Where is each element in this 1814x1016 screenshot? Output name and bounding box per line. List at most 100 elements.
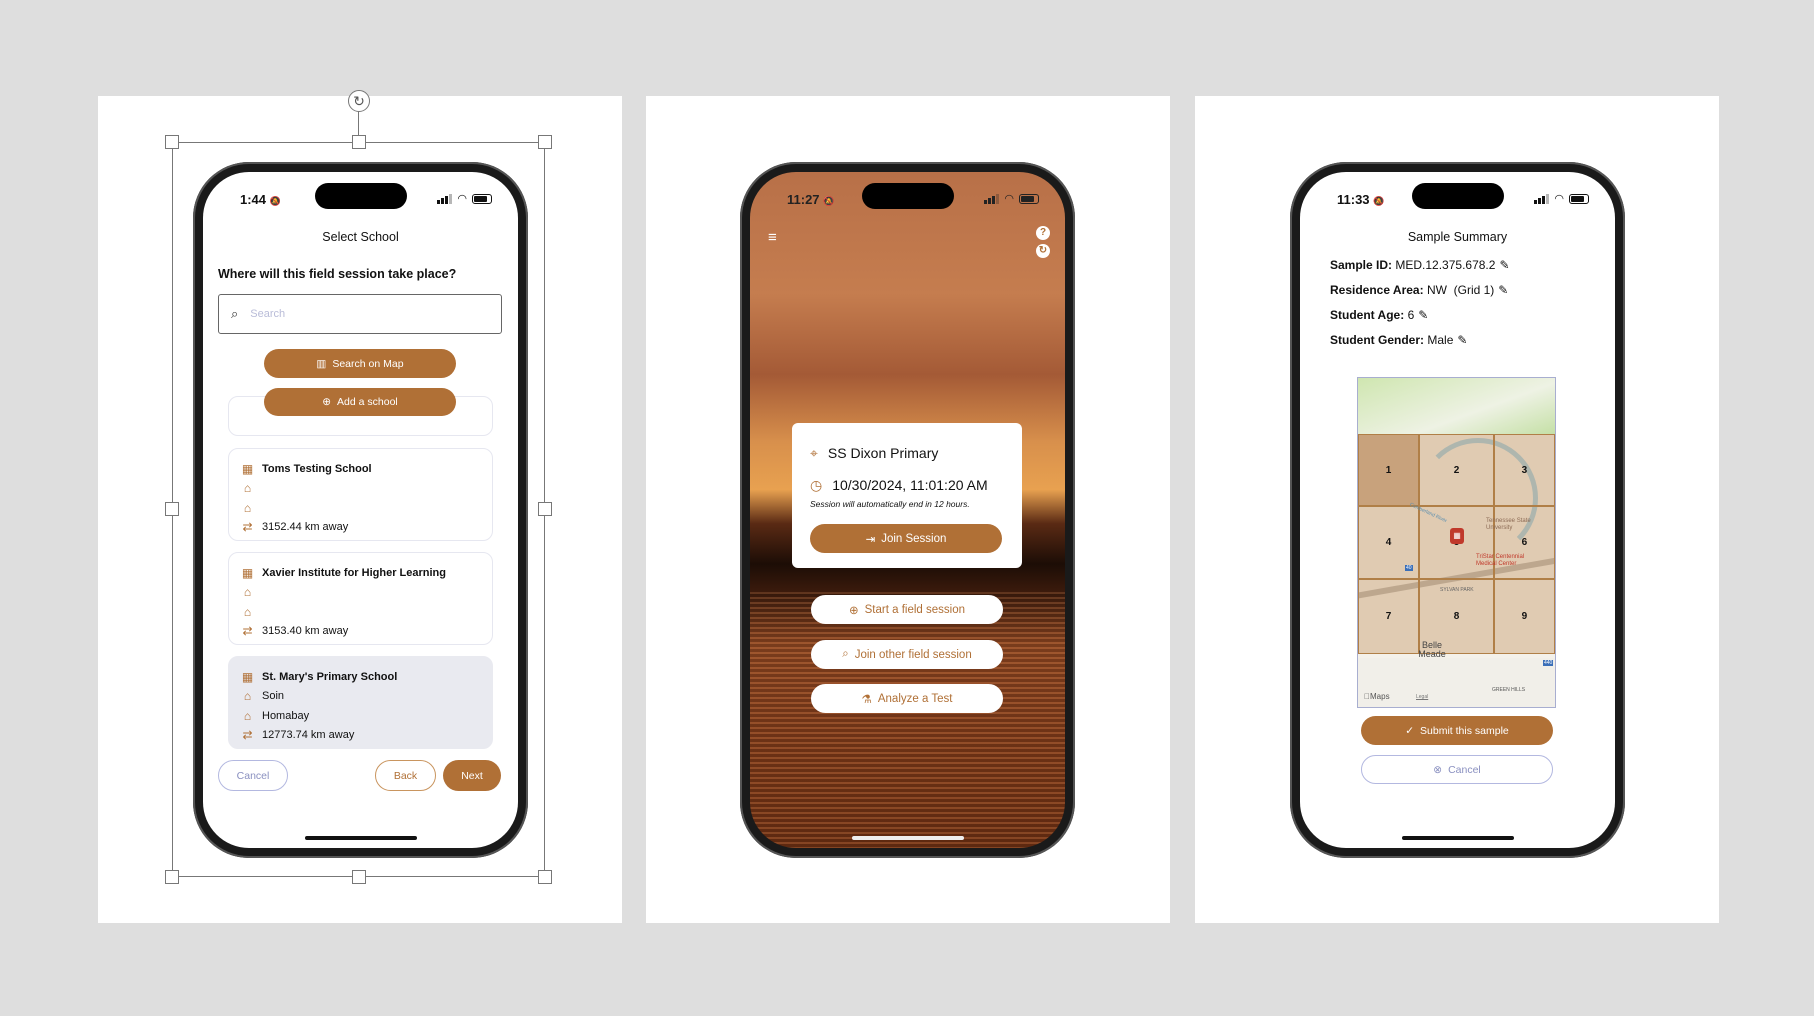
wifi-icon: ◠ [457, 193, 467, 205]
map-icon: ▥ [316, 357, 327, 370]
submit-sample-button[interactable]: ✓ Submit this sample [1361, 716, 1553, 745]
battery-icon [1019, 193, 1039, 204]
residence-area-field: Residence Area: NW (Grid 1) ✎ [1330, 283, 1508, 297]
close-circle-icon: ⊗ [1433, 763, 1443, 776]
status-time: 11:27 🔕 [787, 192, 834, 207]
active-session-card: ⌖ SS Dixon Primary ◷ 10/30/2024, 11:01:20 … [792, 423, 1022, 568]
legal-link[interactable]: Legal [1416, 694, 1428, 700]
school-map-pin-icon[interactable]: ▦ [1450, 528, 1464, 544]
interstate-shield: 40 [1405, 565, 1413, 571]
bell-slash-icon: 🔕 [823, 196, 835, 206]
home-indicator [304, 836, 417, 840]
join-other-session-button[interactable]: ⌕ Join other field session [811, 640, 1003, 669]
analyze-test-button[interactable]: ⚗ Analyze a Test [811, 684, 1003, 713]
clock-icon: ◷ [810, 476, 823, 493]
cancel-label: Cancel [1448, 763, 1481, 776]
map-grid-cell[interactable]: 1 [1358, 433, 1420, 507]
signal-icon [437, 193, 453, 204]
resize-handle-se[interactable] [538, 870, 552, 884]
school-name: Xavier Institute for Higher Learning [262, 566, 446, 579]
search-on-map-button[interactable]: ▥ Search on Map [264, 349, 456, 378]
school-name: St. Mary's Primary School [262, 670, 398, 683]
join-session-button[interactable]: ⇥ Join Session [810, 524, 1002, 553]
map-grid-cell[interactable]: 3 [1493, 433, 1555, 507]
battery-icon [1569, 193, 1589, 204]
map-grid-cell[interactable]: 2 [1419, 433, 1494, 507]
school-distance: 3153.40 km away [262, 625, 349, 638]
edit-pencil-icon[interactable]: ✎ [1498, 283, 1508, 297]
map-place-label: TriStar Centennial Medical Center [1476, 554, 1525, 567]
building-icon: ▦ [241, 565, 254, 580]
map-place-label: SYLVAN PARK [1440, 587, 1474, 593]
bell-slash-icon: 🔕 [269, 196, 281, 206]
location-pin-icon: ⌖ [810, 444, 818, 461]
search-icon: ⌕ [231, 306, 239, 321]
status-time-text: 11:27 [787, 192, 820, 207]
houses-icon: ⌂ [243, 500, 252, 515]
session-note: Session will automatically end in 12 hou… [810, 499, 970, 509]
sign-in-icon: ⇥ [865, 533, 876, 546]
home-icon: ⌂ [243, 585, 252, 600]
field-label: Residence Area: [1330, 283, 1424, 297]
resize-handle-w[interactable] [165, 502, 179, 516]
add-school-button[interactable]: ⊕ Add a school [264, 388, 456, 416]
resize-handle-sw[interactable] [165, 870, 179, 884]
next-button[interactable]: Next [443, 760, 501, 791]
rotate-handle[interactable]: ↻ [348, 90, 370, 112]
resize-handle-e[interactable] [538, 502, 552, 516]
wifi-icon: ◠ [1004, 193, 1014, 205]
distance-arrows-icon: ⇄ [242, 728, 253, 743]
back-button[interactable]: Back [375, 760, 436, 791]
refresh-icon[interactable]: ↻ [1036, 244, 1050, 258]
status-time-text: 11:33 [1337, 192, 1370, 207]
school-card[interactable]: ▦ Toms Testing School ⌂ ⌂ ⇄ 3152.44 km awa… [228, 448, 493, 541]
map-grid-cell[interactable]: 9 [1493, 578, 1555, 655]
submit-sample-label: Submit this sample [1420, 724, 1509, 737]
map-place-label: GREEN HILLS [1492, 687, 1526, 693]
session-school-row: ⌖ SS Dixon Primary [810, 443, 1004, 463]
analyze-test-label: Analyze a Test [877, 692, 953, 705]
home-indicator [1401, 836, 1514, 840]
resize-handle-nw[interactable] [165, 135, 179, 149]
map-grid-cell[interactable]: 7 [1358, 578, 1420, 655]
edit-pencil-icon[interactable]: ✎ [1418, 308, 1428, 322]
sample-id-field: Sample ID: MED.12.375.678.2 ✎ [1330, 258, 1510, 272]
dynamic-island [861, 183, 954, 209]
distance-arrows-icon: ⇄ [242, 520, 253, 535]
edit-pencil-icon[interactable]: ✎ [1457, 333, 1467, 347]
residence-map[interactable]: 123456789 Tennessee State University Tri… [1357, 377, 1556, 708]
cancel-button[interactable]: Cancel [218, 760, 288, 791]
menu-icon[interactable]: ≡ [768, 230, 777, 245]
checkmark-icon: ✓ [1405, 724, 1415, 737]
school-card[interactable]: ▦ Xavier Institute for Higher Learning ⌂ … [228, 552, 493, 645]
edit-pencil-icon[interactable]: ✎ [1499, 258, 1509, 272]
status-time: 1:44 🔕 [240, 192, 281, 207]
search-input[interactable]: ⌕ Search [218, 294, 502, 334]
school-region: Homabay [262, 709, 310, 722]
resize-handle-ne[interactable] [538, 135, 552, 149]
help-icon[interactable]: ? [1036, 226, 1050, 240]
status-icons: ◠ [437, 192, 492, 205]
resize-handle-n[interactable] [352, 135, 366, 149]
phone-select-school: 1:44 🔕 ◠ Select School Where will this f… [193, 162, 528, 858]
school-card-selected[interactable]: ▦ St. Mary's Primary School ⌂ Soin ⌂ Homaba… [228, 656, 493, 749]
start-field-session-label: Start a field session [864, 603, 965, 616]
start-field-session-button[interactable]: ⊕ Start a field session [811, 595, 1003, 624]
resize-handle-s[interactable] [352, 870, 366, 884]
school-distance: 3152.44 km away [262, 521, 349, 534]
field-label: Student Gender: [1330, 333, 1425, 347]
search-placeholder: Search [250, 308, 286, 320]
sunset-background: 11:27 🔕 ◠ ≡ ? ↻ ⌖ SS Dixon Primary ◷ 10/30… [750, 172, 1065, 848]
cancel-button[interactable]: ⊗ Cancel [1361, 755, 1553, 784]
school-name: Toms Testing School [262, 462, 372, 475]
plus-circle-icon: ⊕ [322, 396, 332, 408]
student-age-field: Student Age: 6 ✎ [1330, 308, 1428, 322]
field-label: Sample ID: [1330, 258, 1393, 272]
apple-maps-attribution: Maps [1364, 692, 1390, 701]
student-gender-field: Student Gender: Male ✎ [1330, 333, 1467, 347]
wifi-icon: ◠ [1554, 193, 1564, 205]
dynamic-island [1411, 183, 1504, 209]
maps-attribution-text: Maps [1364, 692, 1390, 701]
distance-arrows-icon: ⇄ [242, 624, 253, 639]
field-label: Student Age: [1330, 308, 1405, 322]
